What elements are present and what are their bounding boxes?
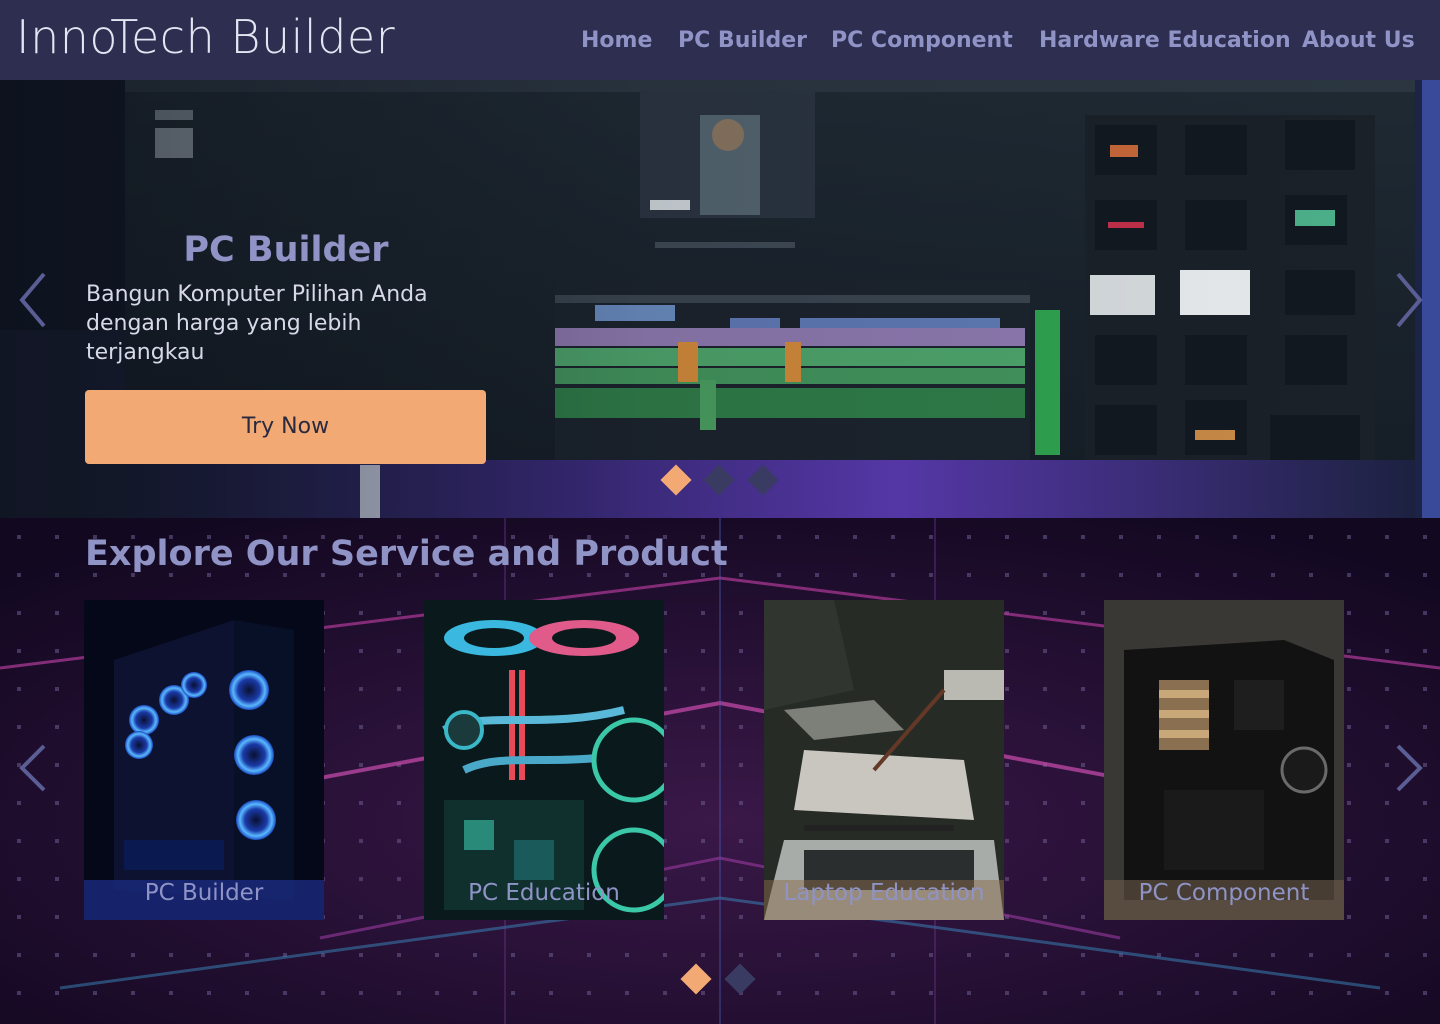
card-label: Laptop Education (783, 880, 985, 906)
try-now-button[interactable]: Try Now (85, 390, 486, 464)
nav-link-about-us[interactable]: About Us (1302, 26, 1415, 56)
explore-section: Explore Our Service and Product PC Build… (0, 518, 1440, 1024)
hero-prev-button[interactable] (16, 270, 50, 330)
laptop-education-image (764, 600, 1004, 920)
hero-next-button[interactable] (1392, 270, 1426, 330)
service-card-laptop-education[interactable]: Laptop Education (764, 600, 1004, 920)
card-label: PC Education (468, 880, 620, 906)
navbar: InnoTech Builder Home PC Builder PC Comp… (0, 0, 1440, 80)
chevron-right-icon (1396, 744, 1423, 792)
nav-link-pc-component[interactable]: PC Component (831, 26, 1013, 56)
card-label: PC Component (1138, 880, 1310, 906)
card-label: PC Builder (144, 880, 264, 906)
explore-prev-button[interactable] (16, 738, 50, 798)
service-card-pc-builder[interactable]: PC Builder (84, 600, 324, 920)
service-card-pc-education[interactable]: PC Education (424, 600, 664, 920)
chevron-left-icon (19, 272, 46, 328)
hero-subtitle: Bangun Komputer Pilihan Anda dengan harg… (86, 282, 428, 365)
pc-education-image (424, 600, 664, 920)
hero-carousel: PC Builder Bangun Komputer Pilihan Anda … (0, 80, 1440, 518)
nav-link-hardware-education[interactable]: Hardware Education (1039, 26, 1291, 56)
explore-title: Explore Our Service and Product (85, 534, 728, 574)
explore-next-button[interactable] (1392, 738, 1426, 798)
pc-builder-image (84, 600, 324, 920)
brand-logo[interactable]: InnoTech Builder (16, 10, 395, 64)
nav-link-pc-builder[interactable]: PC Builder (678, 26, 807, 56)
service-card-pc-component[interactable]: PC Component (1104, 600, 1344, 920)
chevron-left-icon (19, 744, 46, 792)
chevron-right-icon (1396, 272, 1423, 328)
pc-component-image (1104, 600, 1344, 920)
nav-link-home[interactable]: Home (581, 26, 652, 56)
hero-title: PC Builder (183, 230, 389, 270)
